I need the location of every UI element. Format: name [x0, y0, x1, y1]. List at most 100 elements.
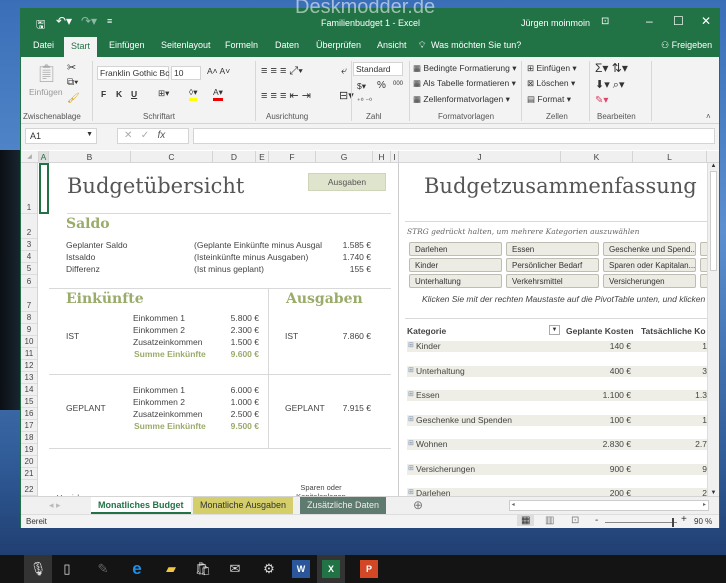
slicer-button[interactable]: Versicherungen: [603, 274, 696, 288]
column-header[interactable]: F: [269, 151, 316, 163]
zoom-level[interactable]: 90 %: [694, 517, 712, 526]
tab-seitenlayout[interactable]: Seitenlayout: [161, 40, 211, 50]
ribbon-display-icon[interactable]: ⊡: [601, 16, 609, 27]
row-header[interactable]: 19: [21, 444, 37, 456]
row-header[interactable]: 9: [21, 324, 37, 336]
save-icon[interactable]: 🖫: [36, 16, 45, 35]
cell-styles-button[interactable]: ▦ Zellenformatvorlagen ▾: [413, 94, 510, 105]
file-explorer-icon[interactable]: ▰: [160, 559, 182, 579]
align-left-icons[interactable]: ≡ ≡ ≡ ⇤ ⇥: [261, 89, 311, 102]
column-header[interactable]: C: [131, 151, 213, 163]
scroll-thumb[interactable]: [710, 171, 717, 271]
insert-function-icon[interactable]: fx: [157, 130, 165, 141]
excel-icon[interactable]: X: [322, 560, 340, 578]
active-cell-a1[interactable]: [39, 163, 49, 214]
page-break-view-icon[interactable]: ⊡: [571, 515, 579, 526]
wrap-text-icon[interactable]: ⤶: [341, 65, 347, 78]
insert-cells-button[interactable]: ⊞ Einfügen ▾: [527, 63, 577, 74]
slicer-button[interactable]: Darlehen: [409, 242, 502, 256]
zoom-out-button[interactable]: -: [595, 515, 598, 526]
clear-icon[interactable]: ✎▾: [595, 95, 608, 106]
share-button[interactable]: ⚇ Freigeben: [661, 40, 712, 51]
slicer-button[interactable]: Geschenke und Spend...: [603, 242, 696, 256]
tab-ansicht[interactable]: Ansicht: [377, 40, 407, 50]
cond-format-button[interactable]: ▦ Bedingte Formatierung ▾: [413, 63, 517, 74]
collapse-ribbon-icon[interactable]: ˄: [706, 112, 711, 121]
slicer-button[interactable]: Kinder: [409, 258, 502, 272]
column-header[interactable]: J: [399, 151, 561, 163]
slicer-button[interactable]: Sparen oder Kapitalan...: [603, 258, 696, 272]
font-size-select[interactable]: 10: [171, 66, 201, 80]
font-name-select[interactable]: Franklin Gothic Bc: [97, 66, 169, 80]
ausgaben-nav-button[interactable]: Ausgaben: [308, 173, 386, 191]
format-cells-button[interactable]: ▤ Format ▾: [527, 94, 571, 105]
normal-view-icon[interactable]: ▦: [517, 515, 535, 526]
row-header[interactable]: 11: [21, 348, 37, 360]
slicer-button[interactable]: Verkehrsmittel: [506, 274, 599, 288]
zoom-in-button[interactable]: +: [681, 514, 687, 525]
page-layout-view-icon[interactable]: ▥: [545, 515, 554, 526]
row-header[interactable]: 10: [21, 336, 37, 348]
currency-icon[interactable]: $▾: [357, 81, 366, 92]
fill-icon[interactable]: ⬇▾ ⌕▾: [595, 78, 624, 92]
row-header[interactable]: 6: [21, 275, 37, 288]
user-name[interactable]: Jürgen moinmoin: [521, 18, 590, 28]
fill-color-icon[interactable]: ◊▾: [189, 87, 198, 101]
mail-icon[interactable]: ✉: [224, 559, 246, 579]
tab-ueberpruefen[interactable]: Überprüfen: [316, 40, 361, 50]
zoom-slider-thumb[interactable]: [672, 518, 675, 527]
decimal-icons[interactable]: ⁺⁰ ⁻⁰: [357, 97, 372, 105]
percent-button[interactable]: %: [377, 80, 386, 91]
scroll-up-icon[interactable]: ▲: [708, 163, 719, 169]
column-header[interactable]: D: [213, 151, 256, 163]
task-view-icon[interactable]: ▯: [56, 559, 78, 579]
store-icon[interactable]: 🛍︎: [192, 559, 214, 579]
slicer-button[interactable]: Unterhaltung: [409, 274, 502, 288]
borders-icon[interactable]: ⊞▾: [158, 88, 169, 99]
sheet-nav-arrows[interactable]: ◂ ▸: [49, 500, 61, 511]
row-header[interactable]: 7: [21, 288, 37, 312]
as-table-button[interactable]: ▦ Als Tabelle formatieren ▾: [413, 78, 516, 89]
row-header[interactable]: 8: [21, 312, 37, 324]
cut-icon[interactable]: ✂: [67, 61, 76, 74]
tell-me-input[interactable]: Was möchten Sie tun?: [431, 40, 521, 50]
row-header[interactable]: 3: [21, 239, 37, 251]
row-header[interactable]: 16: [21, 408, 37, 420]
slicer-button[interactable]: Persönlicher Bedarf: [506, 258, 599, 272]
sheet-tab-zusaetzliche-daten[interactable]: Zusätzliche Daten: [300, 497, 387, 514]
number-format-select[interactable]: Standard: [353, 62, 403, 76]
sheet-tab-monatliches-budget[interactable]: Monatliches Budget: [91, 497, 191, 514]
row-header[interactable]: 17: [21, 420, 37, 432]
column-header[interactable]: H: [373, 151, 391, 163]
italic-button[interactable]: K: [116, 89, 122, 99]
row-header[interactable]: 1: [21, 163, 37, 214]
column-header[interactable]: G: [316, 151, 373, 163]
column-header[interactable]: L: [633, 151, 707, 163]
redo-icon[interactable]: ↷▾: [81, 14, 97, 28]
powerpoint-icon[interactable]: P: [360, 560, 378, 578]
row-header[interactable]: 2: [21, 214, 37, 239]
row-header[interactable]: 15: [21, 396, 37, 408]
column-header[interactable]: I: [391, 151, 399, 163]
row-header[interactable]: 22: [21, 480, 37, 496]
tab-formeln[interactable]: Formeln: [225, 40, 258, 50]
row-header[interactable]: 20: [21, 456, 37, 468]
slicer-button[interactable]: Essen: [506, 242, 599, 256]
word-icon[interactable]: W: [292, 560, 310, 578]
customize-qat-icon[interactable]: ≡: [107, 16, 112, 26]
cancel-icon[interactable]: ✕: [124, 130, 132, 141]
zoom-slider[interactable]: [605, 518, 677, 527]
thousands-button[interactable]: 000: [393, 81, 403, 87]
settings-icon[interactable]: ⚙: [258, 559, 280, 579]
delete-cells-button[interactable]: ⊠ Löschen ▾: [527, 78, 575, 89]
format-painter-icon[interactable]: 🖌︎: [67, 93, 80, 104]
maximize-button[interactable]: ☐: [673, 14, 684, 28]
vertical-scrollbar[interactable]: ▲ ▼: [707, 163, 719, 496]
row-header[interactable]: 12: [21, 360, 37, 372]
sheet-tab-monatliche-ausgaben[interactable]: Monatliche Ausgaben: [193, 497, 294, 514]
pen-icon[interactable]: ✎: [92, 559, 114, 579]
row-header[interactable]: 21: [21, 468, 37, 480]
row-header[interactable]: 5: [21, 263, 37, 275]
align-top-icons[interactable]: ≡ ≡ ≡ ⤢▾: [261, 65, 303, 78]
microphone-icon[interactable]: 🎙︎: [24, 555, 52, 583]
